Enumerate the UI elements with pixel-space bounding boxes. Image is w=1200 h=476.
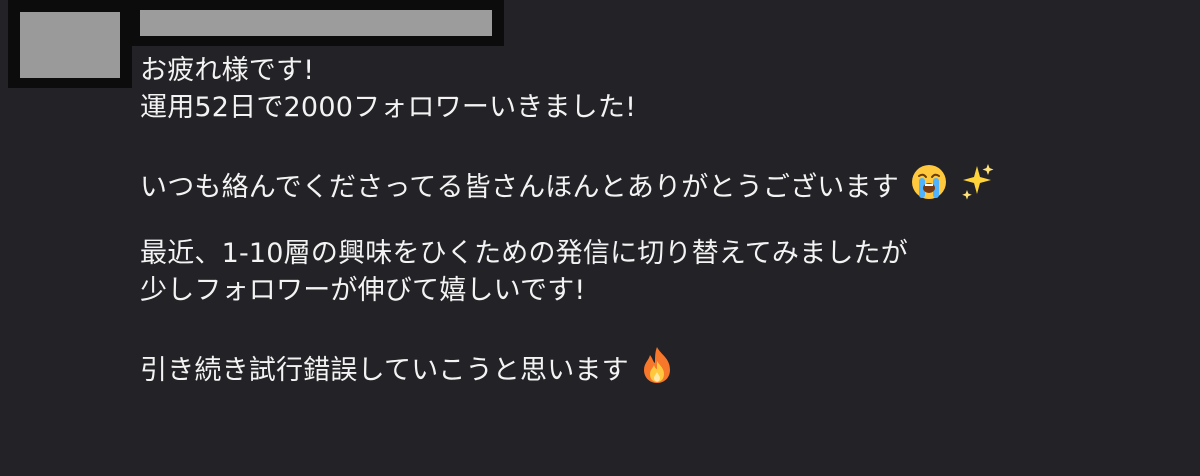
crying-face-icon: [911, 165, 946, 199]
comment-line-1: お疲れ様です!: [140, 55, 315, 86]
username-redacted[interactable]: [140, 10, 492, 36]
comment-body: お疲れ様です! 運用52日で2000フォロワーいきました! いつも絡んでくださっ…: [140, 52, 1180, 386]
avatar[interactable]: [20, 12, 120, 78]
comment-line-2: 運用52日で2000フォロワーいきました!: [140, 92, 637, 123]
comment-line-5: 少しフォロワーが伸びて嬉しいです!: [140, 275, 586, 306]
comment-line-6: 引き続き試行錯誤していこうと思います: [140, 355, 629, 386]
comment-line-4: 最近、1-10層の興味をひくための発信に切り替えてみましたが: [140, 238, 908, 269]
sparkles-icon: [961, 164, 993, 200]
comment-line-6-wrapper: 引き続き試行錯誤していこうと思います: [140, 345, 1180, 386]
comment-line-3-wrapper: いつも絡んでくださってる皆さんほんとありがとうございます: [140, 162, 1180, 203]
comment-line-3: いつも絡んでくださってる皆さんほんとありがとうございます: [140, 172, 899, 203]
fire-icon: [643, 347, 670, 383]
